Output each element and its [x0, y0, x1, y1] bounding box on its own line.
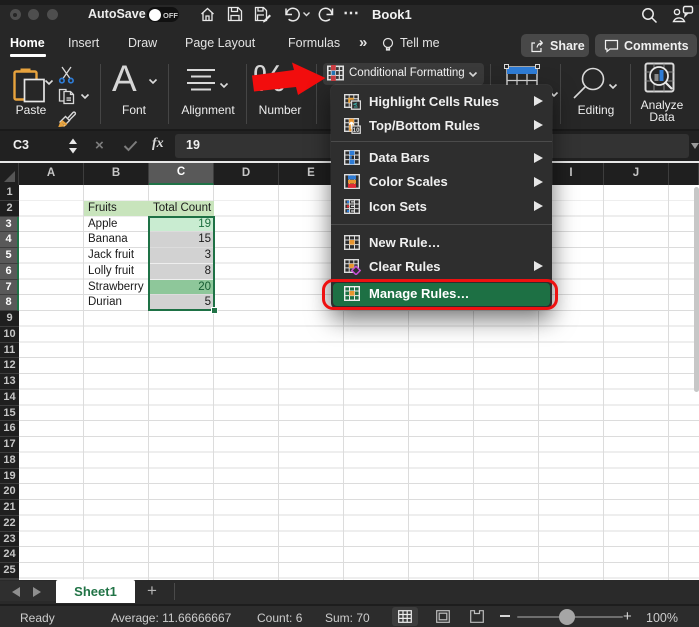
svg-text:10: 10: [353, 128, 360, 134]
